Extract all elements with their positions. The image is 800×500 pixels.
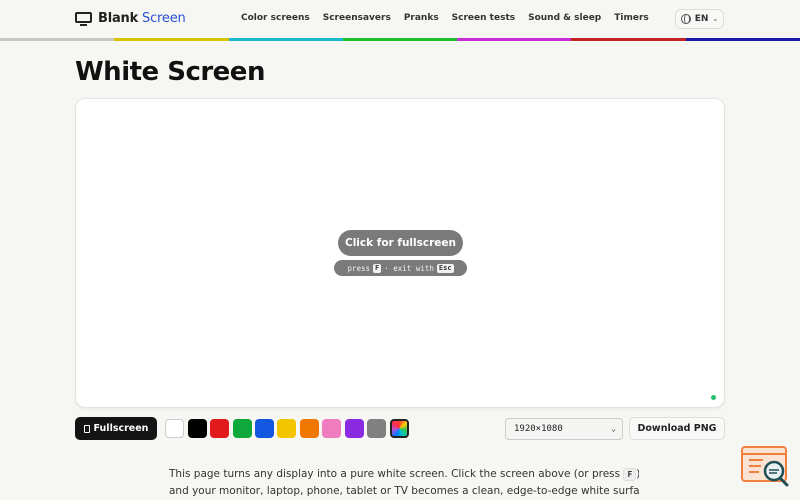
widget-graphic xyxy=(741,446,789,487)
brand-name-b: Screen xyxy=(142,11,186,26)
divider-segment xyxy=(457,38,572,41)
language-selector[interactable]: EN ⌄ xyxy=(675,9,724,29)
swatch-orange[interactable] xyxy=(300,419,319,438)
key-f: F xyxy=(373,263,382,273)
key-esc: Esc xyxy=(436,263,454,273)
description-line: and your monitor, laptop, phone, tablet … xyxy=(169,485,639,497)
swatch-green[interactable] xyxy=(233,419,252,438)
fullscreen-icon xyxy=(83,424,90,433)
fullscreen-cta-button[interactable]: Click for fullscreen xyxy=(338,230,463,256)
swatch-white[interactable] xyxy=(165,419,184,438)
fullscreen-button[interactable]: Fullscreen xyxy=(75,417,157,440)
swatch-pink[interactable] xyxy=(322,419,341,438)
swatch-blue[interactable] xyxy=(255,419,274,438)
resolution-select[interactable]: 1920×1080 ⌄ xyxy=(505,418,623,440)
swatch-red[interactable] xyxy=(210,419,229,438)
brand-logo[interactable]: Blank Screen xyxy=(75,11,186,26)
divider-segment xyxy=(342,38,458,41)
nav-sound-sleep[interactable]: Sound & sleep xyxy=(528,13,601,23)
keyboard-hint: press F · exit with Esc xyxy=(334,260,467,276)
search-help-widget-icon[interactable] xyxy=(741,445,791,487)
divider-segment xyxy=(0,38,115,41)
monitor-icon xyxy=(75,11,92,26)
swatch-gray[interactable] xyxy=(367,419,386,438)
nav-timers[interactable]: Timers xyxy=(614,13,649,23)
download-png-button[interactable]: Download PNG xyxy=(629,417,725,440)
swatch-purple[interactable] xyxy=(345,419,364,438)
fullscreen-label: Fullscreen xyxy=(93,423,149,434)
desc-key-f: F xyxy=(623,468,637,481)
nav-screen-tests[interactable]: Screen tests xyxy=(452,13,515,23)
language-label: EN xyxy=(694,14,709,24)
desc-text-a: This page turns any display into a pure … xyxy=(169,468,621,480)
chevron-down-icon: ⌄ xyxy=(712,15,719,23)
globe-icon xyxy=(680,14,691,24)
resolution-value: 1920×1080 xyxy=(514,424,563,434)
hint-press: press xyxy=(347,263,371,273)
swatch-yellow[interactable] xyxy=(277,419,296,438)
nav-screensavers[interactable]: Screensavers xyxy=(323,13,391,23)
divider-segment xyxy=(228,38,343,41)
nav-pranks[interactable]: Pranks xyxy=(404,13,439,23)
desc-text-b: ) xyxy=(636,468,639,480)
page-description: This page turns any display into a pure … xyxy=(169,466,639,500)
page-title: White Screen xyxy=(75,57,265,87)
site-header: Blank Screen Color screens Screensavers P… xyxy=(0,0,800,38)
status-dot xyxy=(711,395,716,400)
swatch-black[interactable] xyxy=(188,419,207,438)
hint-mid: · exit with xyxy=(384,263,434,273)
brand-name: Blank Screen xyxy=(98,11,186,26)
white-screen-stage[interactable]: Click for fullscreen press F · exit with… xyxy=(75,98,725,408)
nav-color-screens[interactable]: Color screens xyxy=(241,13,310,23)
divider-segment xyxy=(114,38,229,41)
brand-name-a: Blank xyxy=(98,11,139,26)
divider-segment xyxy=(571,38,686,41)
swatch-custom-color[interactable] xyxy=(390,419,409,438)
divider-segment xyxy=(685,38,800,41)
rainbow-divider xyxy=(0,38,800,41)
main-nav: Color screens Screensavers Pranks Screen… xyxy=(241,13,649,23)
description-line: This page turns any display into a pure … xyxy=(169,466,639,483)
chevron-down-icon: ⌄ xyxy=(611,424,616,433)
